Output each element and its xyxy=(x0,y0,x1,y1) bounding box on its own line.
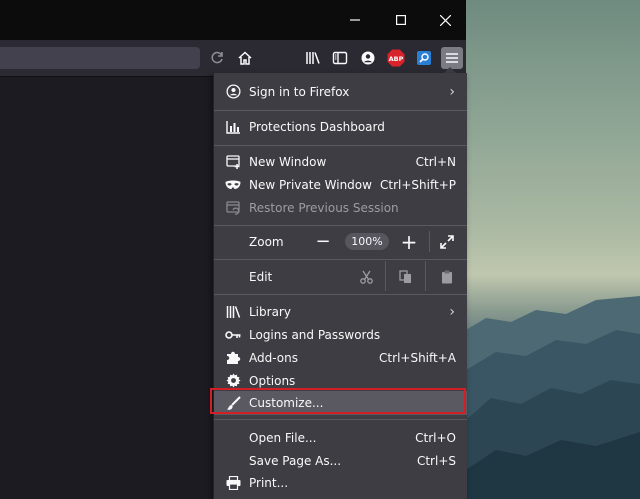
open-menu-button[interactable] xyxy=(441,47,463,69)
account-button[interactable] xyxy=(357,47,379,69)
key-icon xyxy=(225,327,241,343)
library-icon xyxy=(306,52,320,64)
menu-item-label: Open File... xyxy=(249,430,317,445)
menu-item-label: Customize... xyxy=(249,396,324,410)
shortcut-label: Ctrl+O xyxy=(415,430,456,445)
shortcut-label: Ctrl+N xyxy=(415,154,456,169)
protections-chart-icon xyxy=(225,119,241,135)
close-button[interactable] xyxy=(434,10,456,30)
maximize-button[interactable] xyxy=(390,10,412,30)
zoom-label: Zoom xyxy=(249,234,284,249)
account-icon xyxy=(361,51,375,65)
minimize-button[interactable] xyxy=(344,10,366,30)
menu-item-print[interactable]: Print... xyxy=(214,471,467,494)
menu-item-options[interactable]: Options xyxy=(214,369,467,392)
paste-button[interactable] xyxy=(438,267,456,287)
reload-icon xyxy=(211,51,223,64)
menu-item-label: Sign in to Firefox xyxy=(249,84,350,99)
sidebar-button[interactable] xyxy=(329,47,351,69)
menu-item-library[interactable]: Library › xyxy=(214,300,467,323)
menu-separator xyxy=(429,231,430,252)
edit-label: Edit xyxy=(249,269,273,284)
menu-item-sign-in[interactable]: Sign in to Firefox › xyxy=(214,80,467,103)
menu-item-label: Save Page As... xyxy=(249,453,342,468)
menu-item-restore-session[interactable]: Restore Previous Session xyxy=(214,196,467,219)
private-mask-icon xyxy=(225,177,241,193)
menu-item-protections-dashboard[interactable]: Protections Dashboard xyxy=(214,115,467,138)
library-icon xyxy=(225,304,241,320)
adblock-icon: ABP xyxy=(387,49,405,67)
shortcut-label: Ctrl+Shift+P xyxy=(380,177,456,192)
menu-item-label: Add-ons xyxy=(249,350,298,365)
menu-item-add-ons[interactable]: Add-ons Ctrl+Shift+A xyxy=(214,346,467,369)
fullscreen-button[interactable] xyxy=(438,232,456,252)
menu-item-label: Library xyxy=(249,304,291,319)
account-icon xyxy=(225,84,241,100)
search-extension-icon xyxy=(417,51,431,65)
maximize-icon xyxy=(396,15,406,25)
navigation-toolbar: ABP xyxy=(0,40,466,77)
menu-item-label: Options xyxy=(249,373,296,388)
menu-separator xyxy=(214,225,467,226)
chevron-right-icon: › xyxy=(449,303,455,320)
paintbrush-icon xyxy=(225,395,241,411)
extension-button[interactable] xyxy=(413,47,435,69)
fullscreen-icon xyxy=(440,234,454,249)
svg-text:ABP: ABP xyxy=(389,55,404,63)
title-bar xyxy=(0,0,466,40)
new-window-icon xyxy=(225,154,241,170)
copy-button[interactable] xyxy=(396,267,414,287)
shortcut-label: Ctrl+Shift+A xyxy=(379,350,456,365)
close-icon xyxy=(439,14,451,26)
menu-separator xyxy=(385,261,386,291)
menu-item-new-private-window[interactable]: New Private Window Ctrl+Shift+P xyxy=(214,173,467,196)
zoom-in-button[interactable]: + xyxy=(400,230,418,254)
menu-item-label: Restore Previous Session xyxy=(249,200,399,215)
restore-session-icon xyxy=(225,200,241,216)
chevron-right-icon: › xyxy=(449,83,455,100)
menu-item-label: New Private Window xyxy=(249,177,372,192)
menu-item-label: Logins and Passwords xyxy=(249,327,381,342)
menu-item-logins-passwords[interactable]: Logins and Passwords xyxy=(214,323,467,346)
url-bar[interactable] xyxy=(0,47,200,69)
menu-item-open-file[interactable]: Open File... Ctrl+O xyxy=(214,426,467,449)
library-button[interactable] xyxy=(302,47,324,69)
menu-separator xyxy=(214,145,467,146)
printer-icon xyxy=(225,475,241,491)
menu-item-label: Print... xyxy=(249,475,289,490)
adblock-button[interactable]: ABP xyxy=(385,47,407,69)
home-icon xyxy=(238,51,252,65)
menu-separator xyxy=(214,419,467,420)
menu-item-label: New Window xyxy=(249,154,327,169)
zoom-reset-button[interactable]: 100% xyxy=(345,233,389,250)
desktop-wallpaper xyxy=(466,0,640,499)
shortcut-label: Ctrl+S xyxy=(416,453,456,468)
reload-button[interactable] xyxy=(206,47,228,69)
scissors-icon xyxy=(359,270,373,284)
zoom-out-button[interactable]: − xyxy=(314,231,332,252)
sidebar-icon xyxy=(332,51,348,65)
menu-separator xyxy=(214,259,467,260)
paste-icon xyxy=(442,270,452,283)
menu-item-customize[interactable]: Customize... xyxy=(214,391,467,415)
menu-item-label: Protections Dashboard xyxy=(249,119,385,134)
menu-item-zoom: Zoom − 100% + xyxy=(214,229,467,254)
menu-separator xyxy=(214,294,467,295)
app-menu-panel: Sign in to Firefox › Protections Dashboa… xyxy=(213,73,467,499)
home-button[interactable] xyxy=(234,47,256,69)
minimize-icon xyxy=(350,19,360,21)
hamburger-menu-icon xyxy=(446,53,458,63)
menu-separator xyxy=(425,261,426,291)
menu-item-save-page[interactable]: Save Page As... Ctrl+S xyxy=(214,449,467,472)
gear-icon xyxy=(225,373,241,389)
menu-separator xyxy=(214,110,467,111)
cut-button[interactable] xyxy=(357,267,375,287)
menu-item-new-window[interactable]: New Window Ctrl+N xyxy=(214,150,467,173)
copy-icon xyxy=(398,269,411,283)
menu-item-edit: Edit xyxy=(214,261,467,291)
puzzle-piece-icon xyxy=(225,350,241,366)
